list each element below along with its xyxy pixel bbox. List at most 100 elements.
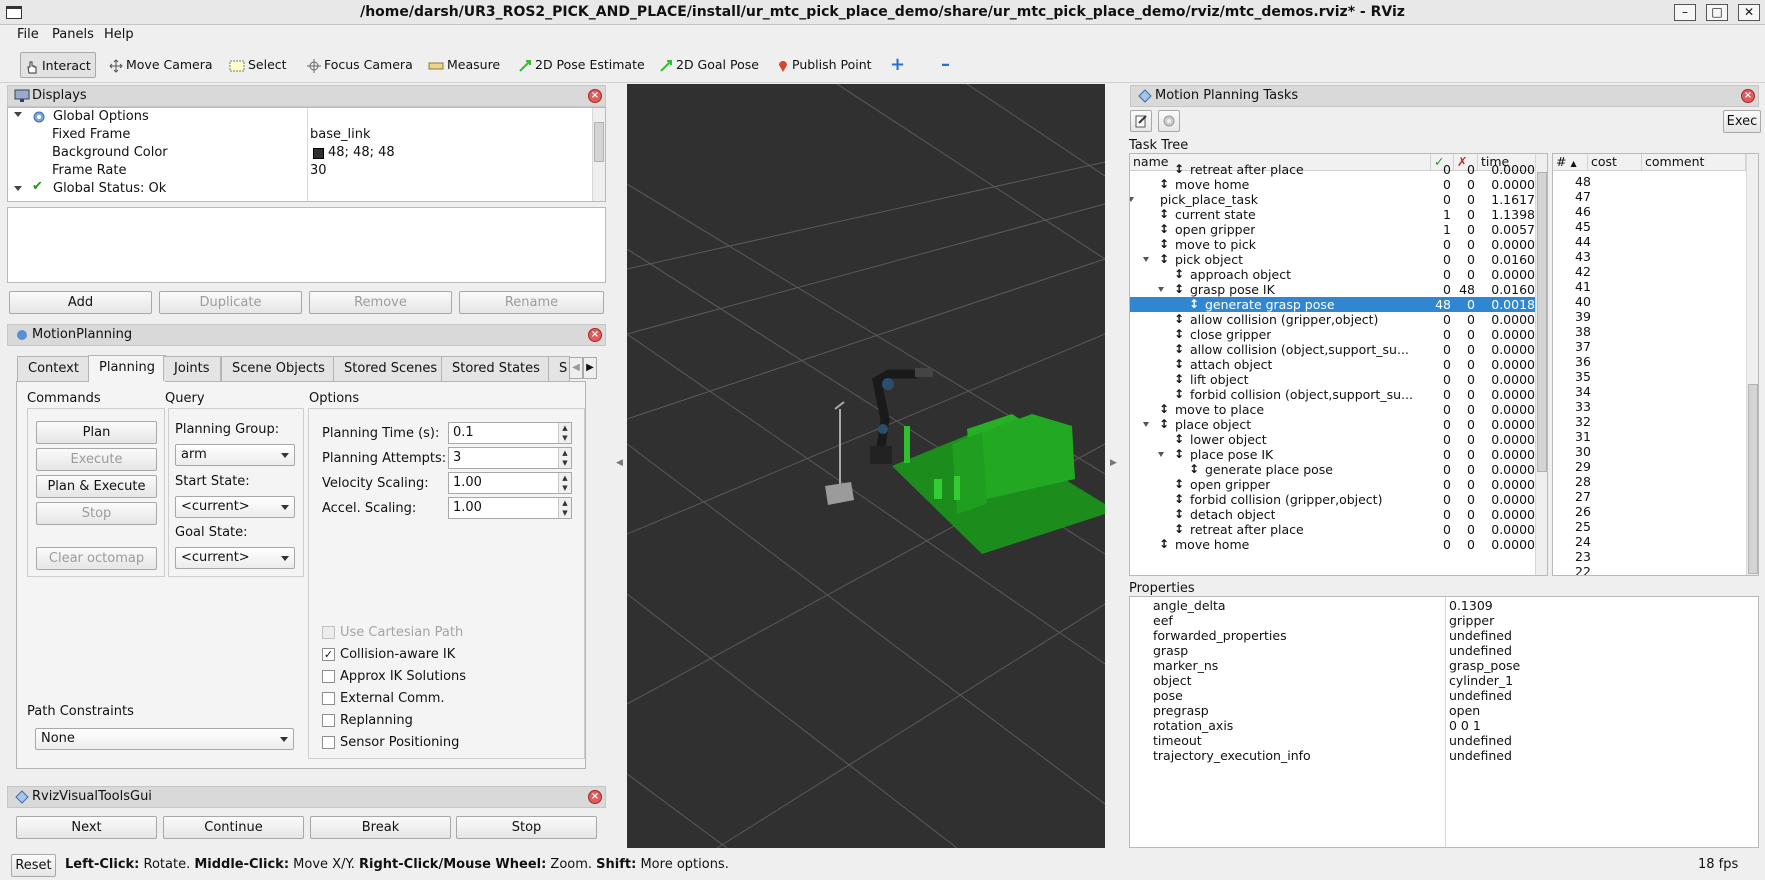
planning-group-select[interactable]: arm [175,444,295,466]
expand-arrow-icon[interactable] [1158,287,1164,292]
settings-button[interactable] [1158,110,1180,132]
task-row[interactable]: ↕ move to pick 0 0 0.0000 [1130,237,1535,252]
tab-scroll-left[interactable]: ◀ [569,357,583,379]
task-row[interactable]: ↕ move home 0 0 0.0000 [1130,537,1535,552]
solution-row[interactable]: 28 [1553,474,1746,489]
solution-row[interactable]: 24 [1553,534,1746,549]
edit-button[interactable] [1130,110,1152,132]
property-row[interactable]: pose undefined [1130,688,1758,703]
remove-button[interactable]: Remove [309,291,452,314]
break-button[interactable]: Break [310,816,451,839]
expand-arrow-icon[interactable] [1158,452,1164,457]
task-row[interactable]: ↕ grasp pose IK 0 48 0.0160 [1130,282,1535,297]
rename-button[interactable]: Rename [459,291,604,314]
solution-row[interactable]: 45 [1553,219,1746,234]
expand-arrow-icon[interactable] [14,112,22,117]
solution-row[interactable]: 38 [1553,324,1746,339]
task-row[interactable]: ↕ place pose IK 0 0 0.0000 [1130,447,1535,462]
plan-execute-button[interactable]: Plan & Execute [36,475,157,498]
solution-row[interactable]: 44 [1553,234,1746,249]
stop-button[interactable]: Stop [36,502,157,525]
tab-stored-scenes[interactable]: Stored Scenes [333,356,449,381]
tab-scroll-right[interactable]: ▶ [583,357,597,379]
accel-scaling-input[interactable]: 1.00 ▲ ▼ [448,497,572,519]
color-swatch[interactable] [313,148,324,159]
task-row[interactable]: ↕ forbid collision (object,support_su... 0… [1130,387,1535,402]
solution-row[interactable]: 40 [1553,294,1746,309]
col-cost-header[interactable]: cost [1588,154,1642,171]
solution-row[interactable]: 37 [1553,339,1746,354]
solutions-scrollbar[interactable] [1746,154,1758,575]
property-row[interactable]: trajectory_execution_info undefined [1130,748,1758,763]
task-tree-scrollbar[interactable] [1535,154,1547,575]
property-row[interactable]: marker_ns grasp_pose [1130,658,1758,673]
tab-joints[interactable]: Joints [163,356,221,381]
solution-row[interactable]: 34 [1553,384,1746,399]
task-row[interactable]: ↕ allow collision (object,support_su... 0 0… [1130,342,1535,357]
solution-row[interactable]: 43 [1553,249,1746,264]
path-constraints-select[interactable]: None [35,728,294,750]
tab-stored-states[interactable]: Stored States [441,356,551,381]
property-row[interactable]: angle_delta 0.1309 [1130,598,1758,613]
menu-file[interactable]: File [17,27,39,42]
plan-button[interactable]: Plan [36,421,157,444]
global-status-label[interactable]: Global Status: Ok [53,181,166,196]
measure-tool[interactable]: Measure [424,52,504,78]
menu-help[interactable]: Help [104,27,134,42]
expand-arrow-icon[interactable] [1143,257,1149,262]
solution-row[interactable]: 22 [1553,564,1746,575]
task-row[interactable]: ↕ close gripper 0 0 0.0000 [1130,327,1535,342]
solution-row[interactable]: 36 [1553,354,1746,369]
approx-ik-checkbox[interactable] [322,670,335,683]
spin-arrows-icon[interactable]: ▲ ▼ [558,473,571,493]
task-row[interactable]: ↕ generate place pose 0 0 0.0000 [1130,462,1535,477]
close-icon[interactable]: × [588,328,602,342]
task-row[interactable]: ↕ retreat after place 0 0 0.0000 [1130,162,1535,177]
frame-rate-value[interactable]: 30 [310,163,327,178]
solution-row[interactable]: 41 [1553,279,1746,294]
reset-button[interactable]: Reset [11,854,56,877]
minimize-button[interactable]: – [1674,4,1696,21]
expand-arrow-icon[interactable] [1143,422,1149,427]
solution-row[interactable]: 29 [1553,459,1746,474]
task-row[interactable]: ↕ approach object 0 0 0.0000 [1130,267,1535,282]
close-button[interactable]: ✕ [1738,4,1760,21]
spin-arrows-icon[interactable]: ▲ ▼ [558,423,571,443]
close-icon[interactable]: × [1741,89,1755,103]
next-button[interactable]: Next [16,816,157,839]
task-row[interactable]: ↕ move to place 0 0 0.0000 [1130,402,1535,417]
property-row[interactable]: rotation_axis 0 0 1 [1130,718,1758,733]
focus-camera-tool[interactable]: Focus Camera [303,52,417,78]
close-icon[interactable]: × [588,790,602,804]
task-row[interactable]: ↕ pick object 0 0 0.0160 [1130,252,1535,267]
background-color-value[interactable]: 48; 48; 48 [328,145,395,160]
task-row[interactable]: ↕ current state 1 0 1.1398 [1130,207,1535,222]
tab-context[interactable]: Context [17,356,90,381]
task-row[interactable]: ↕ move home 0 0 0.0000 [1130,177,1535,192]
goal-pose-tool[interactable]: 2D Goal Pose [655,52,763,78]
solution-row[interactable]: 47 [1553,189,1746,204]
property-row[interactable]: object cylinder_1 [1130,673,1758,688]
select-tool[interactable]: Select [225,52,291,78]
property-row[interactable]: eef gripper [1130,613,1758,628]
solution-row[interactable]: 25 [1553,519,1746,534]
property-row[interactable]: pregrasp open [1130,703,1758,718]
pose-estimate-tool[interactable]: 2D Pose Estimate [514,52,649,78]
task-row[interactable]: ↕ open gripper 0 0 0.0000 [1130,477,1535,492]
solution-row[interactable]: 31 [1553,429,1746,444]
solution-row[interactable]: 30 [1553,444,1746,459]
solution-row[interactable]: 46 [1553,204,1746,219]
property-row[interactable]: forwarded_properties undefined [1130,628,1758,643]
solution-row[interactable]: 26 [1553,504,1746,519]
planning-time-input[interactable]: 0.1 ▲ ▼ [448,422,572,444]
3d-viewport[interactable] [627,84,1105,848]
solution-row[interactable]: 48 [1553,174,1746,189]
use-cartesian-checkbox[interactable] [322,626,335,639]
clear-octomap-button[interactable]: Clear octomap [36,547,157,570]
property-row[interactable]: timeout undefined [1130,733,1758,748]
sensor-positioning-checkbox[interactable] [322,736,335,749]
task-row[interactable]: ↕ lower object 0 0 0.0000 [1130,432,1535,447]
continue-button[interactable]: Continue [163,816,304,839]
spin-arrows-icon[interactable]: ▲ ▼ [558,448,571,468]
expand-arrow-icon[interactable] [14,186,22,191]
